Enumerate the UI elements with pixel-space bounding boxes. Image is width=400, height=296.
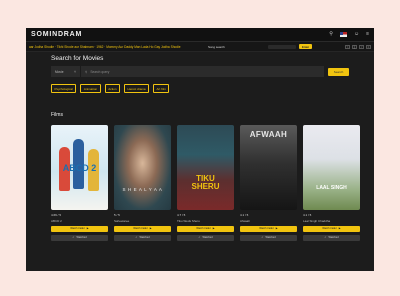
player-controls: < || > ≡ — [345, 44, 371, 49]
watched-button[interactable]: ✓ Watched — [51, 234, 108, 241]
next-icon[interactable]: > — [359, 44, 364, 49]
film-poster[interactable]: TIKU SHERU — [177, 125, 234, 210]
film-title[interactable]: Laal Singh Chaddha — [303, 219, 360, 223]
song-ticker-bar: aar Jodha Shodie · Tikhi Shode aur Shabn… — [26, 42, 374, 52]
film-title[interactable]: ABCD 2 — [51, 219, 108, 223]
search-icon: ⚲ — [85, 69, 88, 74]
chevron-down-icon: ˅ — [74, 69, 76, 74]
chip-heroic-drama[interactable]: Heroic drama — [124, 84, 150, 93]
flag-icon[interactable] — [339, 32, 347, 37]
play-icon: ▶ — [212, 227, 215, 230]
song-search-label: Song search — [208, 44, 225, 49]
search-bar: Movie ˅ ⚲ Search query Search — [51, 66, 349, 77]
film-poster[interactable]: S H E A L Y A A — [114, 125, 171, 210]
app-window: SOMINDRAM ⚲ ☺ ≡ aar Jodha Shodie · Tikhi… — [26, 28, 374, 271]
song-search-input[interactable] — [268, 44, 296, 49]
search-icon[interactable]: ⚲ — [329, 32, 333, 37]
menu-icon[interactable]: ≡ — [366, 32, 369, 37]
site-logo[interactable]: SOMINDRAM — [31, 31, 82, 38]
pause-icon[interactable]: || — [352, 44, 357, 49]
watch-trailer-label: Watch trailer — [196, 227, 211, 230]
watched-label: Watched — [76, 236, 87, 239]
poster-title: TIKU SHERU — [191, 174, 220, 191]
watch-trailer-button[interactable]: Watch trailer ▶ — [177, 225, 234, 232]
chip-animation[interactable]: Animation — [80, 84, 101, 93]
film-rating: 4.1 / 5 — [303, 213, 312, 217]
check-icon: ✓ — [261, 236, 264, 239]
poster-title: S H E A L Y A A — [122, 187, 163, 192]
film-card: AFWAAH 4.1 / 5 Afwaah Watch trailer ▶ ✓ Wa… — [240, 125, 297, 241]
watch-trailer-button[interactable]: Watch trailer ▶ — [114, 225, 171, 232]
watch-trailer-button[interactable]: Watch trailer ▶ — [240, 225, 297, 232]
film-rating: 4.7 / 5 — [177, 213, 186, 217]
watch-trailer-label: Watch trailer — [70, 227, 85, 230]
search-placeholder: Search query — [90, 69, 110, 74]
film-poster[interactable]: LAAL SINGH — [303, 125, 360, 210]
film-rating: 5 / 5 — [114, 213, 120, 217]
chip-action[interactable]: Action — [104, 84, 121, 93]
search-input[interactable]: ⚲ Search query — [81, 66, 324, 77]
play-icon: ▶ — [275, 227, 278, 230]
playlist-icon[interactable]: ≡ — [366, 44, 371, 49]
watch-trailer-button[interactable]: Watch trailer ▶ — [51, 225, 108, 232]
play-icon: ▶ — [338, 227, 341, 230]
type-select[interactable]: Movie ˅ — [51, 66, 81, 77]
page-title: Search for Movies — [51, 55, 104, 62]
watched-label: Watched — [139, 236, 150, 239]
poster-title: AFWAAH — [249, 130, 288, 139]
film-rating: 4.1 / 5 — [240, 213, 249, 217]
film-rating: 4.69 / 5 — [51, 213, 62, 217]
watched-label: Watched — [265, 236, 276, 239]
check-icon: ✓ — [72, 236, 75, 239]
song-search-button[interactable]: Enter — [299, 44, 313, 49]
watch-trailer-label: Watch trailer — [259, 227, 274, 230]
check-icon: ✓ — [135, 236, 138, 239]
play-icon: ▶ — [149, 227, 152, 230]
film-grid: ABCD 2 4.69 / 5 ABCD 2 Watch trailer ▶ ✓ W… — [51, 125, 360, 241]
film-title[interactable]: Tiku Weds Sheru — [177, 219, 234, 223]
genre-chips: Psychological Animation Action Heroic dr… — [51, 84, 349, 93]
film-title[interactable]: Afwaah — [240, 219, 297, 223]
film-card: S H E A L Y A A 5 / 5 Saheelaree Watch t… — [114, 125, 171, 241]
film-poster[interactable]: ABCD 2 — [51, 125, 108, 210]
prev-icon[interactable]: < — [345, 44, 350, 49]
chip-art-film[interactable]: Art film — [153, 84, 170, 93]
watched-button[interactable]: ✓ Watched — [240, 234, 297, 241]
watched-button[interactable]: ✓ Watched — [177, 234, 234, 241]
check-icon: ✓ — [324, 236, 327, 239]
film-card: TIKU SHERU 4.7 / 5 Tiku Weds Sheru Watch… — [177, 125, 234, 241]
main-content: Search for Movies Movie ˅ ⚲ Search query… — [26, 52, 374, 244]
poster-title: LAAL SINGH — [316, 185, 347, 191]
watched-label: Watched — [328, 236, 339, 239]
check-icon: ✓ — [198, 236, 201, 239]
type-select-value: Movie — [55, 69, 64, 74]
poster-title: ABCD 2 — [62, 163, 97, 173]
watched-label: Watched — [202, 236, 213, 239]
film-title[interactable]: Saheelaree — [114, 219, 171, 223]
watched-button[interactable]: ✓ Watched — [114, 234, 171, 241]
film-poster[interactable]: AFWAAH — [240, 125, 297, 210]
chip-psychological[interactable]: Psychological — [51, 84, 77, 93]
watched-button[interactable]: ✓ Watched — [303, 234, 360, 241]
search-button[interactable]: Search — [328, 67, 349, 76]
user-icon[interactable]: ☺ — [354, 32, 359, 37]
films-heading: Films — [51, 112, 63, 118]
watch-trailer-button[interactable]: Watch trailer ▶ — [303, 225, 360, 232]
film-card: LAAL SINGH 4.1 / 5 Laal Singh Chaddha Wa… — [303, 125, 360, 241]
watch-trailer-label: Watch trailer — [322, 227, 337, 230]
play-icon: ▶ — [86, 227, 89, 230]
ticker-text[interactable]: aar Jodha Shodie · Tikhi Shode aur Shabn… — [29, 45, 205, 49]
top-nav: SOMINDRAM ⚲ ☺ ≡ — [26, 28, 374, 42]
film-card: ABCD 2 4.69 / 5 ABCD 2 Watch trailer ▶ ✓ W… — [51, 125, 108, 241]
watch-trailer-label: Watch trailer — [133, 227, 148, 230]
